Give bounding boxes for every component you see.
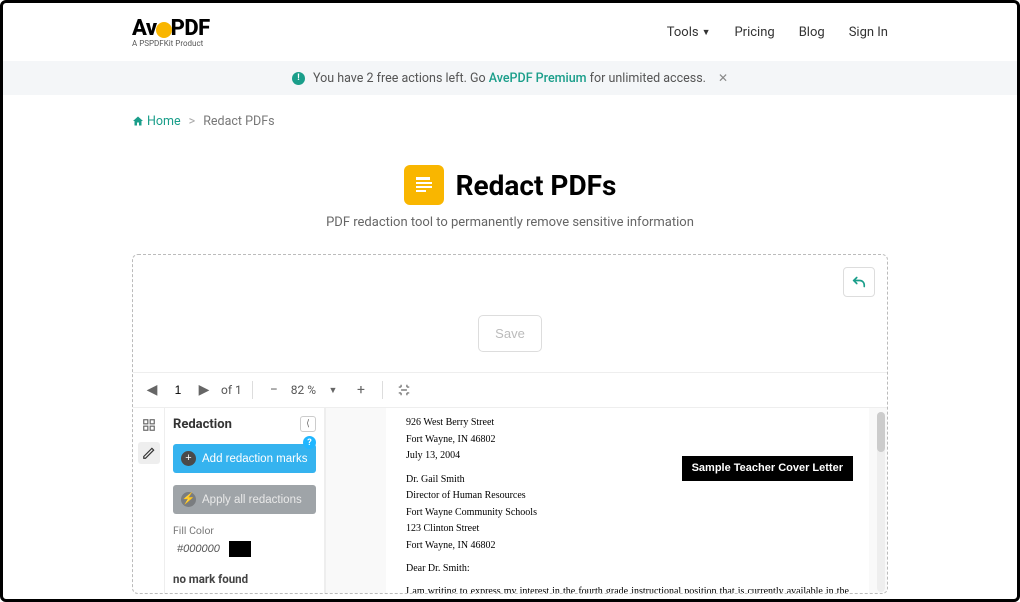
page-of-label: of 1	[221, 383, 242, 397]
doc-salutation: Dear Dr. Smith:	[406, 562, 849, 576]
header: Av PDF A PSPDFKit Product Tools ▼ Pricin…	[3, 3, 1017, 61]
next-page-button[interactable]: ▶	[193, 379, 215, 401]
view-rail	[133, 408, 165, 594]
nav-tools[interactable]: Tools ▼	[667, 25, 711, 40]
doc-overlay-title: Sample Teacher Cover Letter	[682, 456, 853, 481]
undo-icon	[850, 273, 868, 291]
apply-all-redactions-button[interactable]: ⚡ Apply all redactions	[173, 485, 316, 514]
fill-color-label: Fill Color	[173, 524, 316, 537]
tool-panel: Save ◀ ▶ of 1 − 82 % ▼ +	[132, 254, 888, 594]
fill-color-input[interactable]	[173, 540, 229, 558]
info-icon: !	[292, 72, 305, 85]
pdf-toolbar: ◀ ▶ of 1 − 82 % ▼ +	[133, 372, 887, 408]
nav-pricing[interactable]: Pricing	[734, 25, 774, 40]
home-icon	[132, 115, 144, 127]
breadcrumb-sep: >	[189, 114, 196, 129]
doc-to-addr2: Fort Wayne, IN 46802	[406, 539, 849, 553]
logo-subtitle: A PSPDFKit Product	[132, 39, 210, 48]
zoom-level: 82 %	[291, 383, 316, 397]
top-nav: Tools ▼ Pricing Blog Sign In	[667, 25, 888, 40]
chevron-down-icon: ▼	[702, 27, 711, 38]
premium-link[interactable]: AvePDF Premium	[489, 71, 587, 86]
nav-tools-label: Tools	[667, 25, 699, 40]
nav-blog[interactable]: Blog	[799, 25, 825, 40]
doc-to-addr1: 123 Clinton Street	[406, 522, 849, 536]
breadcrumb: Home > Redact PDFs	[3, 95, 1017, 135]
logo-icon	[156, 22, 172, 38]
premium-banner: ! You have 2 free actions left. Go AvePD…	[3, 61, 1017, 95]
nav-signin[interactable]: Sign In	[849, 25, 888, 40]
scrollbar-thumb[interactable]	[877, 412, 885, 452]
banner-text: You have 2 free actions left. Go AvePDF …	[313, 71, 706, 86]
logo-suffix: PDF	[171, 16, 210, 41]
panel-title: Redaction	[173, 417, 232, 432]
collapse-panel-button[interactable]: ⟨	[300, 416, 316, 432]
doc-addr2: Fort Wayne, IN 46802	[406, 433, 849, 447]
no-mark-found-label: no mark found	[173, 572, 316, 586]
help-icon[interactable]: ?	[303, 436, 316, 449]
doc-para1: I am writing to express my interest in t…	[406, 585, 849, 595]
redaction-view-button[interactable]	[138, 442, 160, 464]
prev-page-button[interactable]: ◀	[141, 379, 163, 401]
tools-icon[interactable]	[393, 379, 415, 401]
add-redaction-marks-button[interactable]: + Add redaction marks	[173, 444, 316, 473]
breadcrumb-home[interactable]: Home	[132, 114, 181, 129]
doc-to-title: Director of Human Resources	[406, 489, 849, 503]
doc-to-org: Fort Wayne Community Schools	[406, 506, 849, 520]
zoom-out-button[interactable]: −	[263, 379, 285, 401]
plus-icon: +	[181, 451, 196, 466]
breadcrumb-current: Redact PDFs	[203, 114, 274, 129]
page-number-input[interactable]	[169, 383, 187, 397]
redact-icon	[404, 165, 444, 205]
logo[interactable]: Av PDF A PSPDFKit Product	[132, 16, 210, 48]
editor: Redaction ⟨ ? + Add redaction marks ⚡ Ap…	[133, 408, 887, 594]
hero: Redact PDFs PDF redaction tool to perman…	[3, 165, 1017, 230]
zoom-dropdown[interactable]: ▼	[322, 379, 344, 401]
page-title: Redact PDFs	[456, 169, 617, 202]
zoom-in-button[interactable]: +	[350, 379, 372, 401]
scrollbar[interactable]	[877, 412, 885, 592]
redaction-panel: Redaction ⟨ ? + Add redaction marks ⚡ Ap…	[165, 408, 325, 594]
logo-prefix: Av	[132, 16, 157, 41]
lightning-icon: ⚡	[181, 492, 196, 507]
close-icon[interactable]: ✕	[718, 71, 728, 85]
color-swatch[interactable]	[229, 541, 251, 557]
save-button[interactable]: Save	[478, 315, 542, 352]
undo-button[interactable]	[843, 267, 875, 297]
doc-addr1: 926 West Berry Street	[406, 416, 849, 430]
page-subtitle: PDF redaction tool to permanently remove…	[3, 215, 1017, 230]
document-view[interactable]: 926 West Berry Street Fort Wayne, IN 468…	[325, 408, 887, 594]
document-page: 926 West Berry Street Fort Wayne, IN 468…	[386, 408, 869, 594]
thumbnails-view-button[interactable]	[138, 414, 160, 436]
